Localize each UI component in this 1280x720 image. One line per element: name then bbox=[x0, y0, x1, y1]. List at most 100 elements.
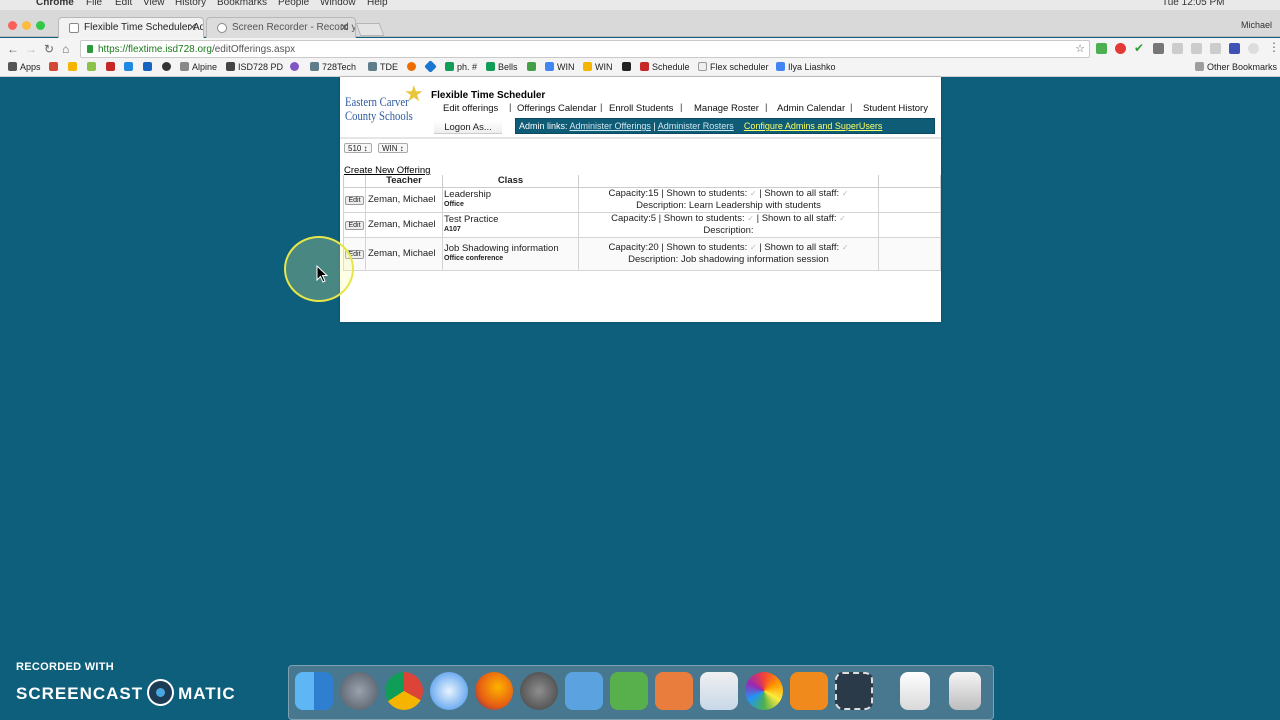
configure-admins-link[interactable]: Configure Admins and SuperUsers bbox=[744, 121, 883, 131]
menu-chrome[interactable]: Chrome bbox=[36, 0, 74, 8]
nav-offerings-calendar[interactable]: Offerings Calendar bbox=[517, 103, 597, 114]
bookmark-icon[interactable] bbox=[407, 62, 419, 72]
logon-as-button[interactable]: Logon As... bbox=[434, 121, 502, 134]
url-path: /editOfferings.aspx bbox=[211, 44, 296, 55]
bookmark-icon[interactable] bbox=[527, 62, 539, 72]
bookmark-ilya-liashko[interactable]: Ilya Liashko bbox=[776, 62, 836, 72]
tab-screen-recorder[interactable]: Screen Recorder - Record you ✕ bbox=[206, 17, 356, 38]
new-tab-button[interactable] bbox=[355, 23, 385, 36]
main-nav: Edit offerings | Offerings Calendar | En… bbox=[443, 102, 928, 114]
bookmark-isd728-pd[interactable]: ISD728 PD bbox=[226, 62, 283, 72]
photos-icon[interactable] bbox=[745, 672, 783, 710]
menu-window[interactable]: Window bbox=[320, 0, 356, 8]
menu-history[interactable]: History bbox=[175, 0, 206, 8]
ibooks-icon[interactable] bbox=[790, 672, 828, 710]
menu-file[interactable]: File bbox=[86, 0, 102, 8]
bookmark-icon[interactable] bbox=[424, 60, 438, 73]
forward-icon[interactable]: → bbox=[25, 42, 37, 56]
safari-icon[interactable] bbox=[430, 672, 468, 710]
extension-icon[interactable] bbox=[1153, 43, 1164, 54]
minimize-window-icon[interactable] bbox=[22, 21, 31, 30]
word-icon[interactable] bbox=[565, 672, 603, 710]
bookmark-icon[interactable] bbox=[106, 62, 118, 72]
administer-offerings-link[interactable]: Administer Offerings bbox=[570, 121, 651, 131]
period-select[interactable]: 510 ↕ bbox=[344, 143, 372, 153]
address-bar[interactable]: https://flextime.isd728.org/editOffering… bbox=[80, 40, 1090, 58]
profile-name[interactable]: Michael bbox=[1241, 20, 1272, 30]
extension-icon[interactable] bbox=[1191, 43, 1202, 54]
bookmark-alpine[interactable]: Alpine bbox=[180, 62, 217, 72]
bookmark-icon[interactable] bbox=[290, 62, 302, 72]
block-select[interactable]: WIN ↕ bbox=[378, 143, 408, 153]
close-window-icon[interactable] bbox=[8, 21, 17, 30]
home-icon[interactable]: ⌂ bbox=[62, 42, 69, 56]
trash-icon[interactable] bbox=[949, 672, 981, 710]
nav-manage-roster[interactable]: Manage Roster bbox=[694, 103, 759, 114]
bookmark-icon[interactable] bbox=[622, 62, 634, 72]
screenshot-icon[interactable] bbox=[835, 672, 873, 710]
system-preferences-icon[interactable] bbox=[520, 672, 558, 710]
back-icon[interactable]: ← bbox=[7, 42, 19, 56]
powerpoint-icon[interactable] bbox=[655, 672, 693, 710]
close-tab-icon[interactable]: ✕ bbox=[340, 21, 349, 34]
chrome-menu-icon[interactable]: ⋮ bbox=[1268, 40, 1280, 54]
menu-edit[interactable]: Edit bbox=[115, 0, 132, 8]
extension-icon[interactable] bbox=[1210, 43, 1221, 54]
bookmark-flex-scheduler[interactable]: Flex scheduler bbox=[698, 62, 769, 72]
bookmark-win-2[interactable]: WIN bbox=[583, 62, 613, 72]
bookmark-apps[interactable]: Apps bbox=[8, 62, 41, 72]
bookmark-icon[interactable] bbox=[87, 62, 99, 72]
firefox-icon[interactable] bbox=[475, 672, 513, 710]
chrome-icon[interactable] bbox=[385, 672, 423, 710]
nav-edit-offerings[interactable]: Edit offerings bbox=[443, 103, 498, 114]
school-logo: Eastern Carver County Schools bbox=[345, 94, 413, 123]
extension-icon[interactable] bbox=[1172, 43, 1183, 54]
calendar-icon[interactable] bbox=[143, 62, 155, 72]
excel-icon[interactable] bbox=[610, 672, 648, 710]
menu-bookmarks[interactable]: Bookmarks bbox=[217, 0, 267, 8]
nav-admin-calendar[interactable]: Admin Calendar bbox=[777, 103, 845, 114]
checkmark-extension-icon[interactable]: ✔ bbox=[1134, 41, 1145, 55]
close-tab-icon[interactable]: ✕ bbox=[188, 21, 197, 34]
bookmark-star-icon[interactable]: ☆ bbox=[1075, 42, 1085, 55]
menu-people[interactable]: People bbox=[278, 0, 309, 8]
bookmark-tde[interactable]: TDE bbox=[368, 62, 398, 72]
drive-icon[interactable] bbox=[124, 62, 136, 72]
nav-enroll-students[interactable]: Enroll Students bbox=[609, 103, 673, 114]
edit-button[interactable]: Edit bbox=[345, 196, 364, 205]
preview-icon[interactable] bbox=[700, 672, 738, 710]
nav-student-history[interactable]: Student History bbox=[863, 103, 928, 114]
bookmark-icon[interactable] bbox=[162, 62, 174, 72]
extension-icon[interactable] bbox=[1096, 43, 1107, 54]
url-host: flextime.isd728.org bbox=[128, 44, 212, 55]
extension-icon[interactable] bbox=[1229, 43, 1240, 54]
other-bookmarks[interactable]: Other Bookmarks bbox=[1195, 62, 1277, 72]
gmail-icon[interactable] bbox=[49, 62, 61, 72]
bookmark-728tech[interactable]: 728Tech bbox=[310, 62, 356, 72]
bookmark-icon[interactable] bbox=[68, 62, 80, 72]
menu-help[interactable]: Help bbox=[367, 0, 388, 8]
administer-rosters-link[interactable]: Administer Rosters bbox=[658, 121, 734, 131]
finder-icon[interactable] bbox=[295, 672, 333, 710]
zoom-window-icon[interactable] bbox=[36, 21, 45, 30]
edit-button[interactable]: Edit bbox=[345, 221, 364, 230]
menu-view[interactable]: View bbox=[143, 0, 165, 8]
watermark-brand-left: SCREENCAST bbox=[16, 684, 144, 703]
reload-icon[interactable]: ↻ bbox=[44, 42, 54, 56]
app-title: Flexible Time Scheduler bbox=[431, 90, 546, 101]
menu-clock[interactable]: Tue 12:05 PM bbox=[1162, 0, 1224, 8]
bookmark-bells[interactable]: Bells bbox=[486, 62, 518, 72]
header-class: Class bbox=[442, 175, 579, 188]
extension-icon[interactable] bbox=[1248, 43, 1259, 54]
extension-icon[interactable] bbox=[1115, 43, 1126, 54]
launchpad-icon[interactable] bbox=[340, 672, 378, 710]
bookmarks-bar: Apps Alpine ISD728 PD 728Tech TDE ph. # … bbox=[0, 60, 1280, 77]
bookmark-schedule[interactable]: Schedule bbox=[640, 62, 690, 72]
capacity-text: Capacity:5 bbox=[611, 212, 657, 224]
shown-to-staff-text: Shown to all staff: bbox=[761, 212, 837, 224]
documents-stack-icon[interactable] bbox=[900, 672, 930, 710]
teacher-cell: Zeman, Michael bbox=[365, 211, 443, 238]
bookmark-win-1[interactable]: WIN bbox=[545, 62, 575, 72]
tab-flexible-time-scheduler[interactable]: Flexible Time Scheduler Admi ✕ bbox=[58, 17, 204, 38]
bookmark-ph[interactable]: ph. # bbox=[445, 62, 477, 72]
